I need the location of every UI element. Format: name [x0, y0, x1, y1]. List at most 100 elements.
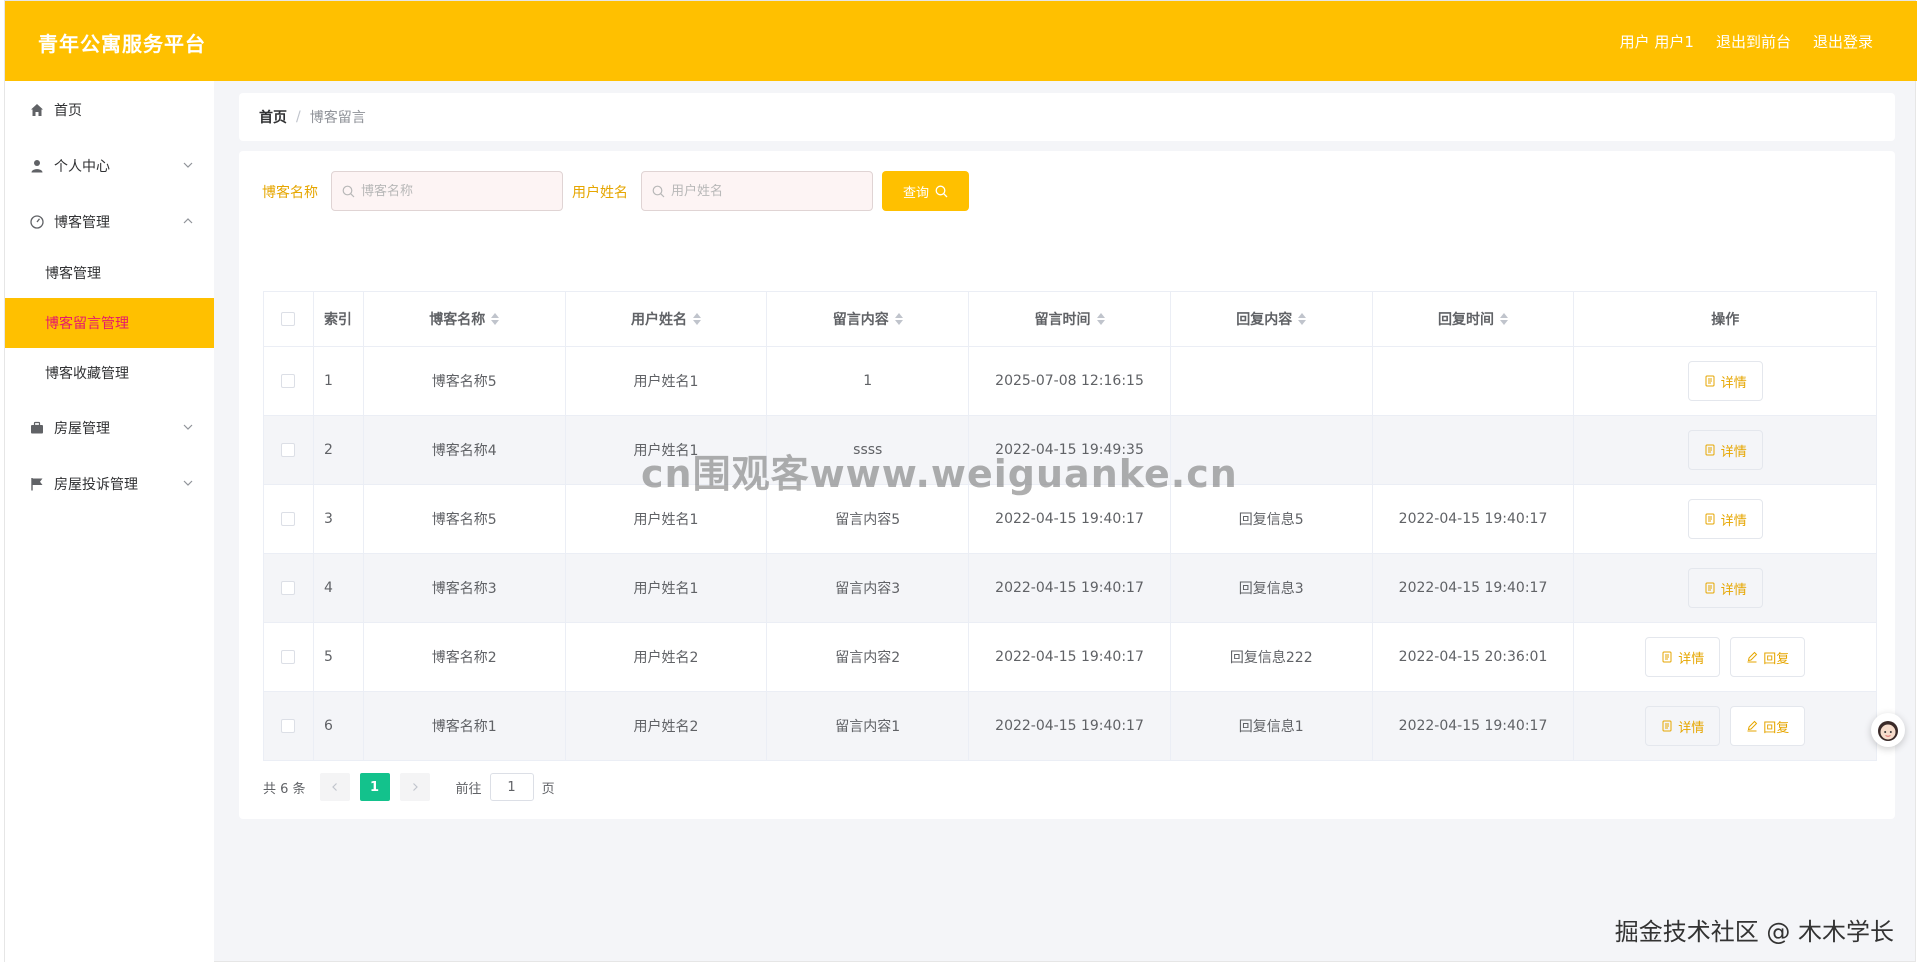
- header-comment-content[interactable]: 留言内容: [767, 292, 970, 346]
- assistant-avatar[interactable]: [1871, 713, 1905, 747]
- sidebar: 首页 个人中心 博客管理 博客管理 博客留言管理 博客收藏管理 房屋管理 房屋投…: [5, 81, 214, 963]
- header-actions: 操作: [1574, 292, 1876, 346]
- cell-actions: 详情: [1574, 347, 1876, 415]
- cell-text: 博客名称3: [431, 581, 497, 597]
- header-comment-time[interactable]: 留言时间: [969, 292, 1171, 346]
- header-blog-name[interactable]: 博客名称: [364, 292, 566, 346]
- detail-button-label: 详情: [1720, 444, 1747, 460]
- cell-time: 2022-04-15 19:40:17: [969, 623, 1171, 691]
- user-name-search-box: [641, 171, 873, 211]
- cell-blog: 博客名称1: [364, 692, 566, 760]
- header-reply-time[interactable]: 回复时间: [1373, 292, 1575, 346]
- sort-icon[interactable]: [491, 313, 500, 325]
- row-checkbox[interactable]: [281, 581, 296, 595]
- row-select-cell: [264, 347, 314, 415]
- cell-text: 用户姓名2: [633, 719, 699, 735]
- sidebar-subitem-blog[interactable]: 博客管理: [5, 248, 214, 298]
- sidebar-item-house-complaints[interactable]: 房屋投诉管理: [5, 459, 214, 509]
- cell-reply-time: [1373, 416, 1575, 484]
- detail-button[interactable]: 详情: [1645, 706, 1721, 746]
- exit-to-front-link[interactable]: 退出到前台: [1716, 31, 1791, 52]
- cell-text: 2: [323, 442, 333, 458]
- table-row[interactable]: 5 博客名称2 用户姓名2 留言内容2 2022-04-15 19:40:17 回复信息2…: [264, 623, 1876, 692]
- cell-index: 2: [314, 416, 364, 484]
- sidebar-item-label: 房屋管理: [54, 421, 110, 437]
- header-index: 索引: [314, 292, 364, 346]
- cell-actions: 详情: [1574, 485, 1876, 553]
- select-all-checkbox[interactable]: [281, 312, 296, 326]
- header-label: 索引: [323, 312, 352, 328]
- row-checkbox[interactable]: [281, 374, 296, 388]
- detail-button[interactable]: 详情: [1687, 361, 1763, 401]
- sort-icon[interactable]: [894, 313, 903, 325]
- breadcrumb: 首页 / 博客留言: [239, 93, 1895, 141]
- cell-reply: 回复信息3: [1171, 554, 1373, 622]
- user-name-input[interactable]: [671, 183, 851, 199]
- cell-actions: 详情: [1574, 554, 1876, 622]
- goto-page-input[interactable]: [489, 773, 534, 801]
- table-row[interactable]: 6 博客名称1 用户姓名2 留言内容1 2022-04-15 19:40:17 回复信息1…: [264, 692, 1876, 761]
- chevron-up-icon: [183, 218, 193, 224]
- sidebar-subitem-blog-favorites[interactable]: 博客收藏管理: [5, 348, 214, 398]
- detail-button[interactable]: 详情: [1687, 499, 1763, 539]
- cell-time: 2022-04-15 19:40:17: [969, 692, 1171, 760]
- header-user-name[interactable]: 用户姓名: [566, 292, 768, 346]
- cell-text: 2022-04-15 19:40:17: [1398, 718, 1548, 734]
- detail-button[interactable]: 详情: [1645, 637, 1721, 677]
- query-button[interactable]: 查询: [882, 171, 969, 211]
- cell-blog: 博客名称5: [364, 485, 566, 553]
- blog-name-input[interactable]: [361, 183, 541, 199]
- row-select-cell: [264, 416, 314, 484]
- flag-icon: [29, 476, 45, 492]
- cell-reply-time: 2022-04-15 19:40:17: [1373, 485, 1575, 553]
- row-select-cell: [264, 554, 314, 622]
- table-row[interactable]: 4 博客名称3 用户姓名1 留言内容3 2022-04-15 19:40:17 回复信息3…: [264, 554, 1876, 623]
- table-row[interactable]: 1 博客名称5 用户姓名1 1 2025-07-08 12:16:15 详情: [264, 347, 1876, 416]
- sort-icon[interactable]: [1096, 313, 1105, 325]
- row-checkbox[interactable]: [281, 650, 296, 664]
- row-checkbox[interactable]: [281, 719, 296, 733]
- sidebar-item-blog-management[interactable]: 博客管理: [5, 197, 214, 247]
- search-icon: [652, 185, 665, 197]
- detail-button[interactable]: 详情: [1687, 568, 1763, 608]
- sidebar-item-house-management[interactable]: 房屋管理: [5, 403, 214, 453]
- table-body: 1 博客名称5 用户姓名1 1 2025-07-08 12:16:15 详情 2 博客名称4 用…: [264, 347, 1876, 761]
- reply-button[interactable]: 回复: [1730, 637, 1806, 677]
- reply-button[interactable]: 回复: [1730, 706, 1806, 746]
- breadcrumb-current: 博客留言: [309, 110, 366, 126]
- sidebar-item-home[interactable]: 首页: [5, 85, 214, 135]
- watermark: cn围观客www.weiguanke.cn: [641, 452, 1238, 496]
- cell-text: 2022-04-15 19:40:17: [995, 718, 1144, 734]
- row-checkbox[interactable]: [281, 512, 296, 526]
- page-number-button[interactable]: 1: [359, 773, 390, 801]
- sidebar-item-label: 首页: [54, 103, 82, 119]
- dashboard-icon: [29, 214, 45, 230]
- logout-link[interactable]: 退出登录: [1813, 31, 1873, 52]
- detail-button[interactable]: 详情: [1687, 430, 1763, 470]
- breadcrumb-home[interactable]: 首页: [259, 107, 287, 127]
- cell-text: 回复信息222: [1229, 650, 1313, 666]
- cell-text: 2022-04-15 20:36:01: [1398, 649, 1548, 665]
- cell-reply: [1171, 347, 1373, 415]
- cell-blog: 博客名称2: [364, 623, 566, 691]
- sort-icon[interactable]: [1500, 313, 1509, 325]
- sort-icon[interactable]: [693, 313, 702, 325]
- cell-time: 2022-04-15 19:40:17: [969, 554, 1171, 622]
- document-icon: [1704, 444, 1716, 456]
- cell-text: 2025-07-08 12:16:15: [995, 373, 1144, 389]
- sidebar-subitem-blog-comments[interactable]: 博客留言管理: [5, 298, 214, 348]
- cell-text: 博客名称1: [431, 719, 497, 735]
- cell-text: 2022-04-15 19:40:17: [1398, 580, 1548, 596]
- next-page-button[interactable]: [399, 773, 430, 801]
- cell-blog: 博客名称4: [364, 416, 566, 484]
- header-reply-content[interactable]: 回复内容: [1171, 292, 1373, 346]
- current-user-link[interactable]: 用户 用户1: [1620, 31, 1694, 52]
- top-bar: 青年公寓服务平台 用户 用户1 退出到前台 退出登录: [5, 1, 1917, 81]
- cell-text: 留言内容1: [835, 719, 901, 735]
- cell-index: 6: [314, 692, 364, 760]
- prev-page-button[interactable]: [319, 773, 350, 801]
- row-checkbox[interactable]: [281, 443, 296, 457]
- sidebar-item-profile[interactable]: 个人中心: [5, 141, 214, 191]
- page-suffix-label: 页: [541, 781, 555, 797]
- sort-icon[interactable]: [1298, 313, 1307, 325]
